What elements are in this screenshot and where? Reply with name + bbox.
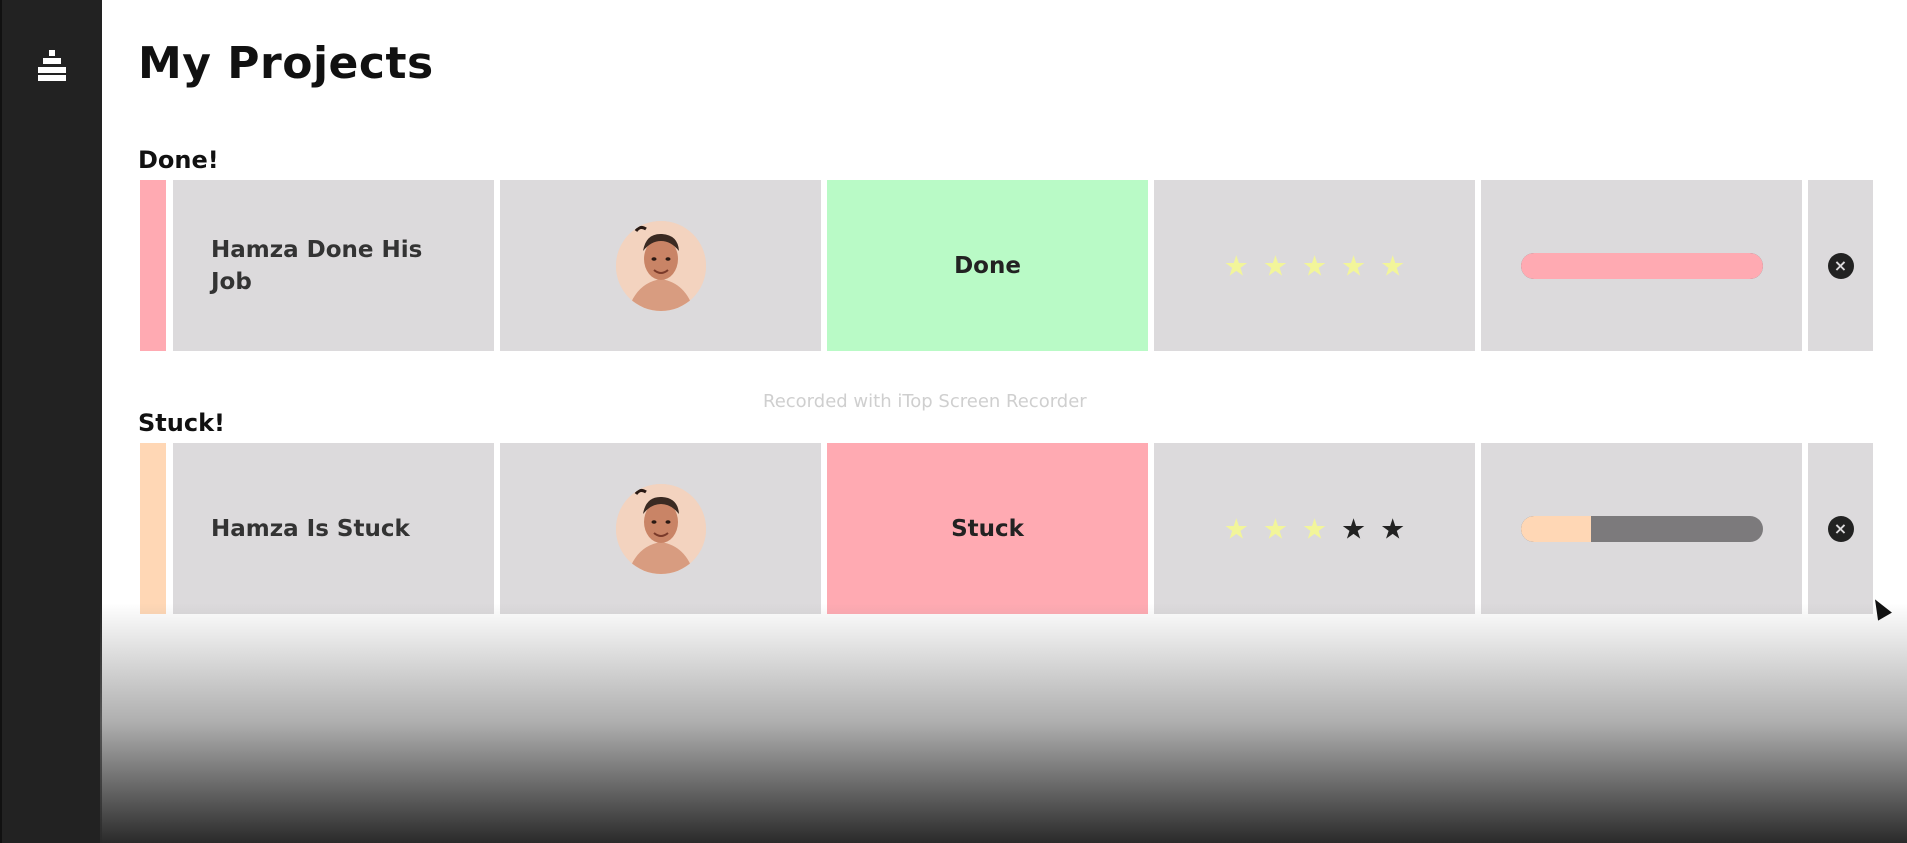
star-filled-icon[interactable]: ★: [1224, 249, 1263, 282]
close-circle-icon[interactable]: ×: [1827, 252, 1854, 279]
progress-bar-fill: [1521, 252, 1763, 279]
star-empty-icon[interactable]: ★: [1380, 512, 1419, 545]
star-filled-icon[interactable]: ★: [1302, 249, 1341, 282]
status-label[interactable]: Stuck: [827, 516, 1148, 542]
name-cell[interactable]: Hamza Done His Job: [173, 180, 494, 351]
task-row[interactable]: Hamza Done His Job Done ★★★★★ ×: [140, 180, 1873, 351]
progress-bar: [1521, 515, 1763, 542]
close-circle-icon[interactable]: ×: [1827, 515, 1854, 542]
status-cell[interactable]: Stuck: [827, 443, 1148, 614]
avatar[interactable]: [615, 220, 706, 311]
progress-cell: [1481, 443, 1802, 614]
star-filled-icon[interactable]: ★: [1224, 512, 1263, 545]
star-filled-icon[interactable]: ★: [1263, 249, 1302, 282]
owner-cell[interactable]: [500, 443, 821, 614]
group-title-stuck: Stuck!: [138, 409, 225, 437]
progress-bar: [1521, 252, 1763, 279]
status-label[interactable]: Done: [827, 253, 1148, 279]
rating-cell[interactable]: ★★★★★: [1154, 180, 1475, 351]
avatar[interactable]: [615, 483, 706, 574]
star-filled-icon[interactable]: ★: [1302, 512, 1341, 545]
name-cell[interactable]: Hamza Is Stuck: [173, 443, 494, 614]
task-name[interactable]: Hamza Done His Job: [211, 234, 451, 298]
user-stack-icon[interactable]: [38, 50, 66, 82]
bottom-shadow: [100, 603, 1907, 843]
owner-cell[interactable]: [500, 180, 821, 351]
recorder-watermark: Recorded with iTop Screen Recorder: [763, 391, 1087, 412]
app-window: My Projects Done! Hamza Done His Job Don…: [0, 0, 1907, 843]
progress-cell: [1481, 180, 1802, 351]
task-name[interactable]: Hamza Is Stuck: [211, 513, 451, 545]
delete-cell: ×: [1808, 180, 1873, 351]
star-rating[interactable]: ★★★★★: [1154, 512, 1475, 545]
star-filled-icon[interactable]: ★: [1380, 249, 1419, 282]
delete-cell: ×: [1808, 443, 1873, 614]
status-cell[interactable]: Done: [827, 180, 1148, 351]
star-filled-icon[interactable]: ★: [1263, 512, 1302, 545]
progress-bar-fill: [1521, 515, 1592, 542]
page-title: My Projects: [138, 38, 434, 89]
rating-cell[interactable]: ★★★★★: [1154, 443, 1475, 614]
sidebar: [0, 0, 102, 843]
task-row[interactable]: Hamza Is Stuck Stuck ★★★★★ ×: [140, 443, 1873, 614]
group-title-done: Done!: [138, 146, 219, 174]
star-filled-icon[interactable]: ★: [1341, 249, 1380, 282]
row-accent-bar: [140, 180, 166, 351]
star-rating[interactable]: ★★★★★: [1154, 249, 1475, 282]
star-empty-icon[interactable]: ★: [1341, 512, 1380, 545]
row-accent-bar: [140, 443, 166, 614]
